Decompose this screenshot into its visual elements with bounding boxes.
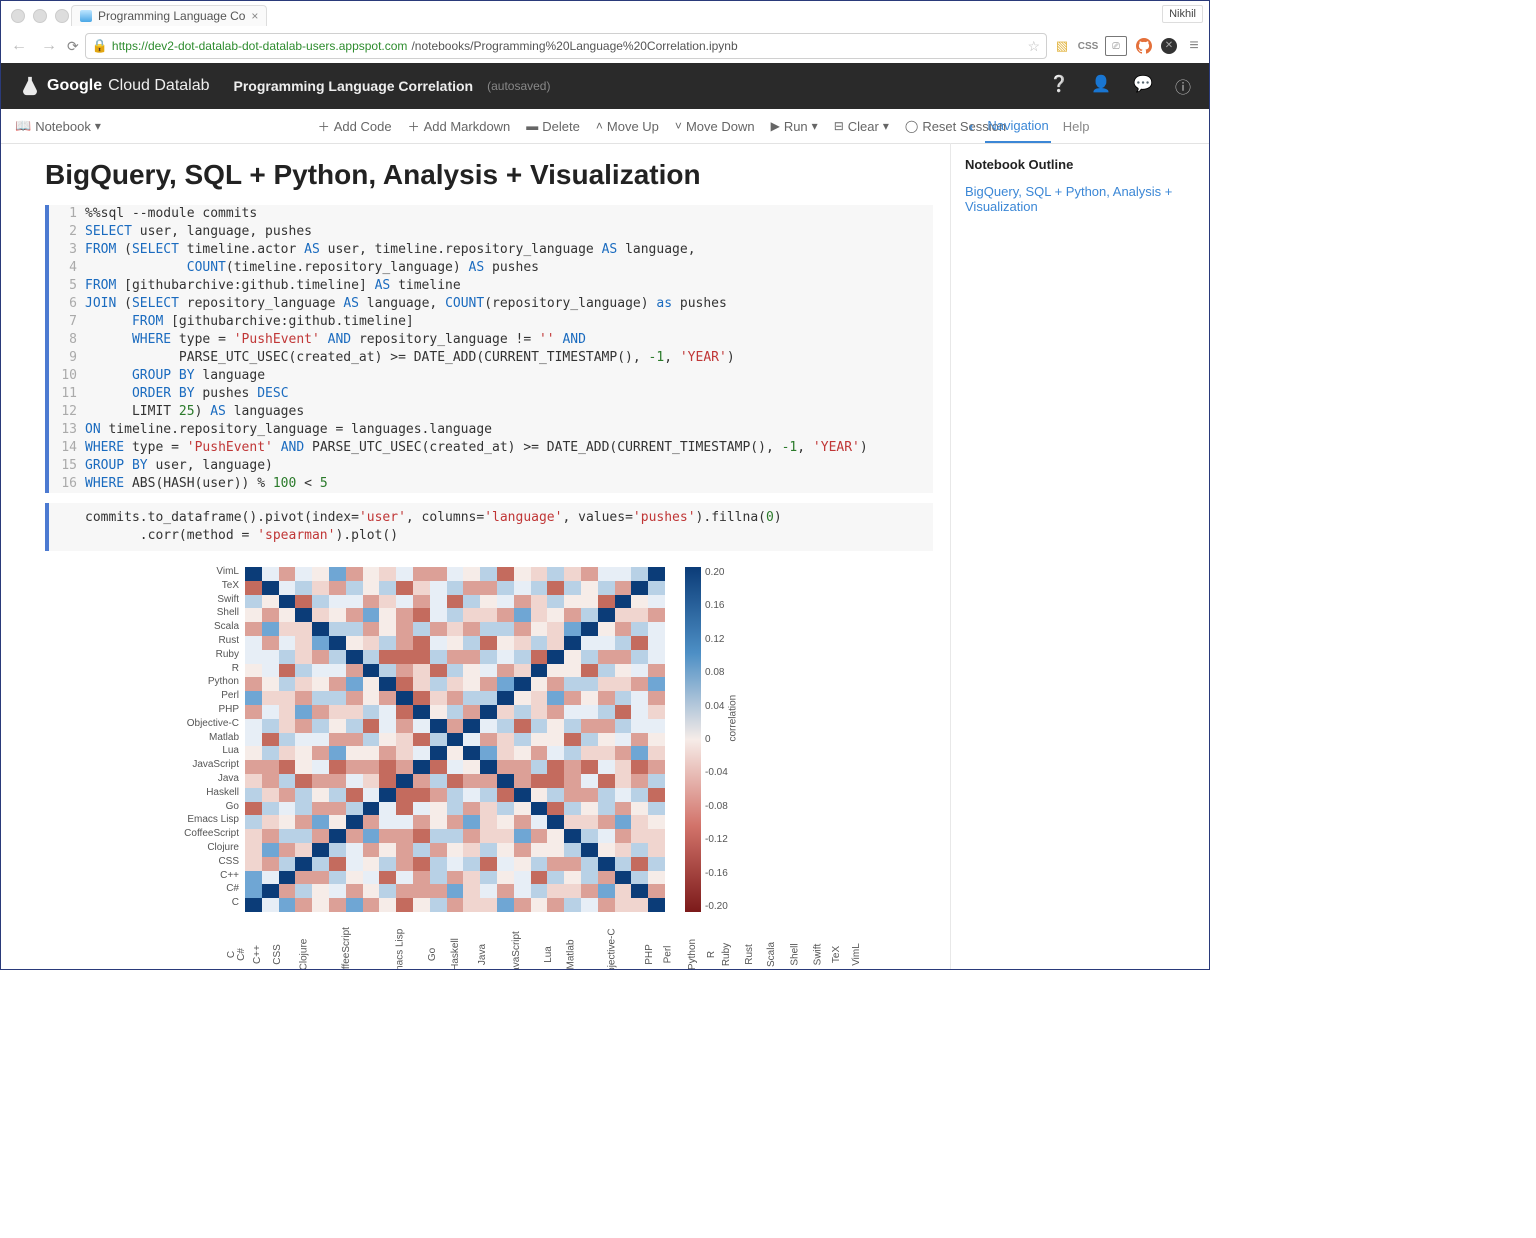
clear-icon: ⊟ — [834, 119, 844, 133]
logo-text-google: Google — [47, 77, 102, 95]
extension-icons: ▧ CSS ⎚ ✕ ≡ — [1053, 36, 1203, 56]
colorbar-ticks: 0.200.160.120.080.040-0.04-0.08-0.12-0.1… — [705, 567, 728, 912]
chevron-down-icon: ▾ — [95, 119, 101, 133]
star-icon[interactable]: ☆ — [1027, 38, 1040, 55]
markdown-heading: BigQuery, SQL + Python, Analysis + Visua… — [45, 159, 933, 191]
flask-icon — [80, 10, 92, 22]
colorbar-label: correlation — [728, 695, 739, 742]
user-icon[interactable]: 👤 — [1091, 74, 1111, 98]
css-ext-icon[interactable]: CSS — [1079, 37, 1097, 55]
add-markdown-button[interactable]: ＋Add Markdown — [408, 118, 511, 135]
outline-title: Notebook Outline — [965, 157, 1195, 172]
ext-icon-5[interactable]: ✕ — [1161, 38, 1177, 54]
back-icon[interactable]: ← — [7, 37, 31, 55]
play-icon: ▶ — [771, 119, 780, 133]
outline-link[interactable]: BigQuery, SQL + Python, Analysis + Visua… — [965, 184, 1172, 214]
sql-cell[interactable]: 1%%sql --module commits2SELECT user, lan… — [45, 205, 933, 493]
chevron-down-icon: ˅ — [675, 119, 682, 133]
correlation-heatmap: VimLTeXSwiftShellScalaRustRubyRPythonPer… — [45, 561, 665, 961]
tab-help[interactable]: Help — [1063, 119, 1090, 134]
profile-badge[interactable]: Nikhil — [1162, 5, 1203, 23]
chevron-down-icon: ▾ — [883, 119, 889, 133]
python-cell[interactable]: commits.to_dataframe().pivot(index='user… — [45, 503, 933, 551]
close-tab-icon[interactable]: × — [251, 9, 258, 23]
plus-icon: ＋ — [318, 118, 330, 135]
minus-icon: ▬ — [526, 119, 538, 133]
notebook-title: Programming Language Correlation — [234, 78, 474, 94]
url-bar: ← → ⟳ 🔒 https://dev2-dot-datalab-dot-dat… — [7, 31, 1203, 61]
tab-bar: Programming Language Co × — [71, 5, 1149, 29]
notebook-menu[interactable]: Notebook ▾ — [35, 119, 101, 134]
chrome-menu-icon[interactable]: ≡ — [1185, 37, 1203, 55]
sidebar: Notebook Outline BigQuery, SQL + Python,… — [950, 143, 1209, 969]
app-header: Google Cloud Datalab Programming Languag… — [1, 63, 1209, 109]
comment-icon[interactable]: 💬 — [1133, 74, 1153, 98]
url-path: /notebooks/Programming%20Language%20Corr… — [411, 39, 737, 53]
clear-button[interactable]: ⊟Clear ▾ — [834, 118, 889, 135]
info-icon[interactable]: ⓘ — [1175, 74, 1191, 98]
delete-button[interactable]: ▬Delete — [526, 118, 580, 135]
tab-title: Programming Language Co — [98, 9, 245, 23]
browser-tab[interactable]: Programming Language Co × — [71, 5, 267, 26]
move-up-button[interactable]: ˄Move Up — [596, 118, 659, 135]
move-down-button[interactable]: ˅Move Down — [675, 118, 755, 135]
add-code-button[interactable]: ＋Add Code — [318, 118, 392, 135]
flask-logo-icon — [19, 75, 41, 97]
refresh-icon: ◯ — [905, 119, 918, 133]
autosaved-label: (autosaved) — [487, 79, 550, 93]
datalab-logo[interactable]: Google Cloud Datalab — [19, 75, 210, 97]
sidebar-tabs: ‹ Navigation Help — [959, 109, 1209, 144]
ext-icon-1[interactable]: ▧ — [1053, 37, 1071, 55]
omnibox[interactable]: 🔒 https://dev2-dot-datalab-dot-datalab-u… — [85, 33, 1047, 59]
browser-window: Programming Language Co × Nikhil ← → ⟳ 🔒… — [0, 0, 1210, 970]
book-icon: 📖 — [15, 118, 31, 134]
url-host: https://dev2-dot-datalab-dot-datalab-use… — [112, 39, 408, 53]
lock-icon: 🔒 — [92, 38, 108, 54]
cast-icon[interactable]: ⎚ — [1105, 36, 1127, 56]
reload-icon[interactable]: ⟳ — [67, 38, 79, 55]
run-button[interactable]: ▶Run ▾ — [771, 118, 818, 135]
notebook-content[interactable]: BigQuery, SQL + Python, Analysis + Visua… — [1, 143, 977, 969]
github-icon[interactable] — [1135, 37, 1153, 55]
chevron-down-icon: ▾ — [812, 119, 818, 133]
plus-icon: ＋ — [408, 118, 420, 135]
help-icon[interactable]: ❔ — [1049, 74, 1069, 98]
logo-text-cloud: Cloud Datalab — [108, 77, 209, 95]
chevron-up-icon: ˄ — [596, 119, 603, 133]
sidebar-back-icon[interactable]: ‹ — [969, 119, 973, 134]
forward-icon[interactable]: → — [37, 37, 61, 55]
colorbar — [685, 567, 701, 912]
window-controls[interactable] — [11, 9, 69, 23]
tab-navigation[interactable]: Navigation — [985, 110, 1050, 143]
